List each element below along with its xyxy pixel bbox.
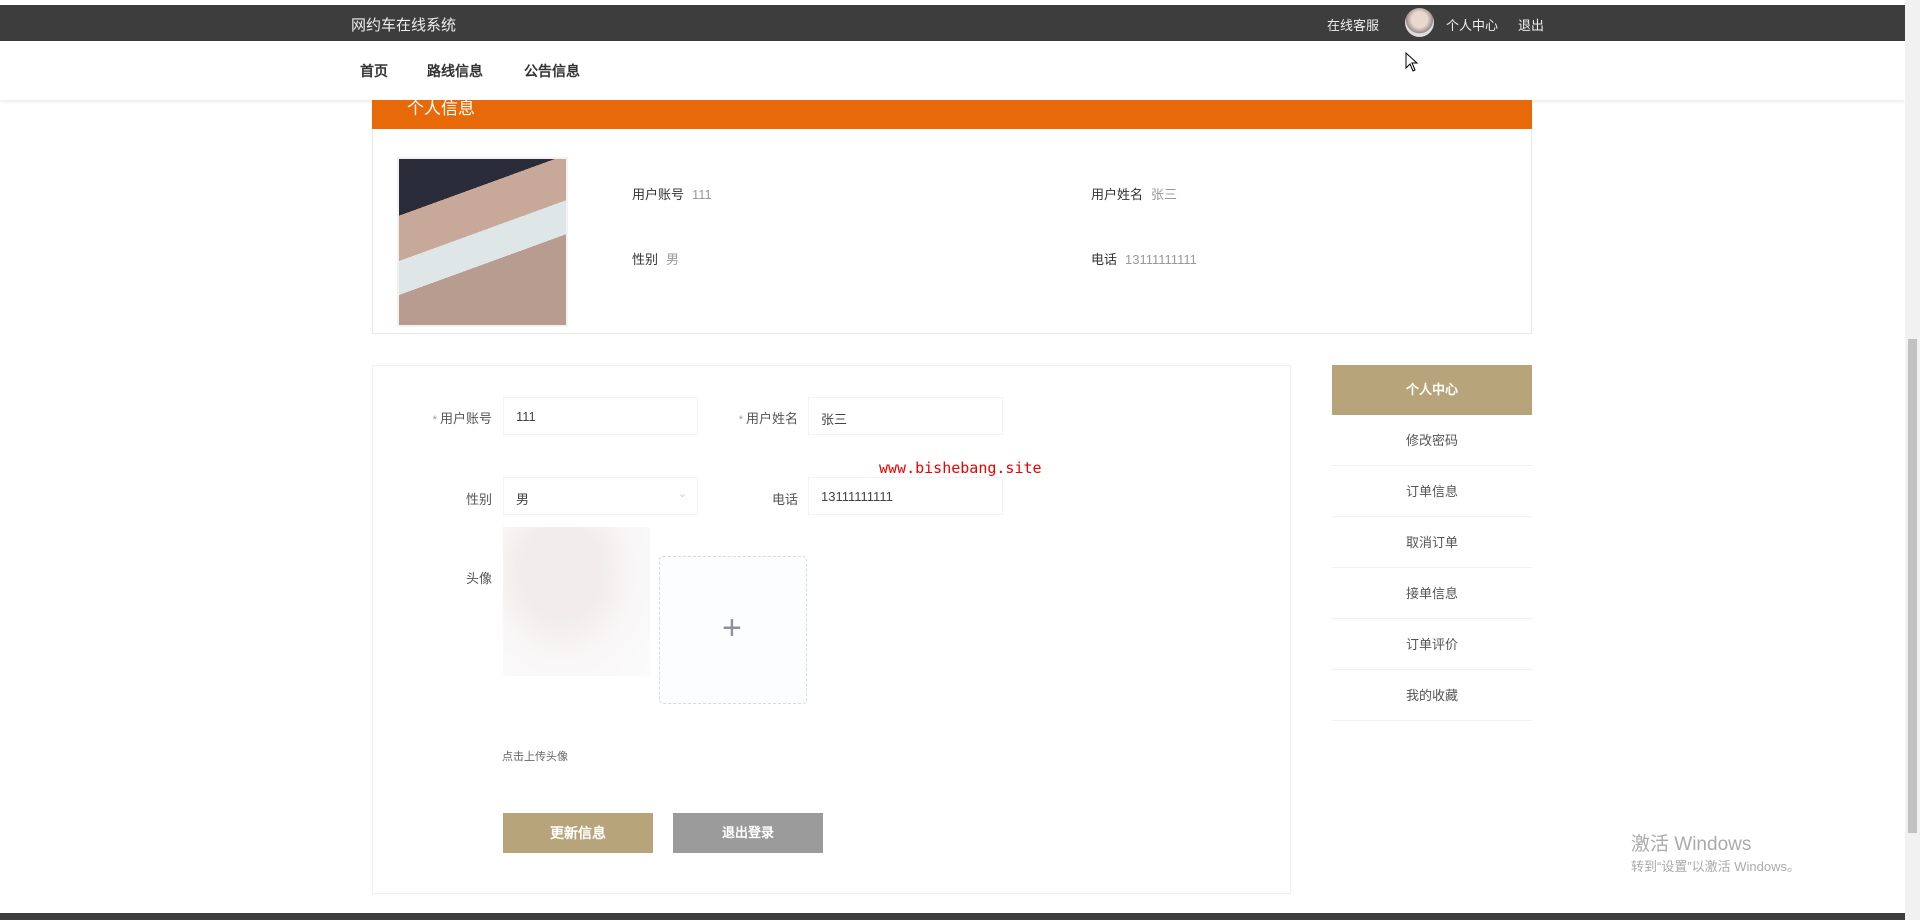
logout-button[interactable]: 退出登录: [673, 813, 823, 853]
account-input[interactable]: 111: [503, 397, 698, 435]
sidebar-item-orders[interactable]: 订单信息: [1332, 466, 1532, 517]
user-avatar[interactable]: [1405, 8, 1434, 37]
gender-label: 性别: [372, 489, 492, 508]
avatar-preview: [503, 527, 650, 676]
phone-label: 电话: [678, 489, 798, 508]
sidebar-item-cancel-order[interactable]: 取消订单: [1332, 517, 1532, 568]
value: 111: [692, 187, 712, 202]
info-gender: 性别男: [632, 249, 679, 269]
info-phone: 电话 13111111111: [1091, 249, 1197, 269]
user-center-link[interactable]: 个人中心: [1446, 15, 1498, 34]
info-name: 用户姓名张三: [1091, 184, 1177, 204]
name-input[interactable]: 张三: [808, 397, 1003, 435]
value: 男: [666, 252, 679, 267]
avatar-upload-button[interactable]: +: [659, 556, 807, 704]
label: 用户姓名: [1091, 187, 1143, 202]
name-label: *用户姓名: [678, 408, 798, 427]
sidebar-item-order-reviews[interactable]: 订单评价: [1332, 619, 1532, 670]
required-mark: *: [433, 414, 437, 426]
sidebar-item-accepted-orders[interactable]: 接单信息: [1332, 568, 1532, 619]
nav-routes[interactable]: 路线信息: [427, 61, 483, 81]
sidebar-item-change-password[interactable]: 修改密码: [1332, 415, 1532, 466]
scrollbar[interactable]: [1905, 0, 1920, 920]
top-bar: 网约车在线系统 在线客服 个人中心 退出: [0, 5, 1905, 41]
label-text: 用户账号: [440, 411, 492, 426]
online-support-link[interactable]: 在线客服: [1327, 15, 1379, 34]
scrollbar-thumb[interactable]: [1908, 339, 1917, 833]
upload-hint: 点击上传头像: [502, 748, 568, 764]
site-title: 网约车在线系统: [351, 14, 456, 35]
windows-activation-title: 激活 Windows: [1631, 829, 1751, 856]
label: 用户账号: [632, 187, 684, 202]
sidebar-item-user-center[interactable]: 个人中心: [1332, 365, 1532, 415]
label: 性别: [632, 252, 658, 267]
info-account: 用户账号 111: [632, 184, 712, 204]
label: 电话: [1091, 252, 1117, 267]
site-watermark: www.bishebang.site: [879, 459, 1042, 477]
profile-photo: [397, 157, 568, 327]
phone-input[interactable]: 13111111111: [808, 477, 1003, 515]
value: 张三: [1151, 187, 1177, 202]
account-label: *用户账号: [372, 408, 492, 427]
windows-activation-hint: 转到“设置”以激活 Windows。: [1631, 856, 1800, 875]
gender-select[interactable]: 男⌄: [503, 477, 698, 515]
profile-section-header: 个人信息: [372, 100, 1532, 129]
gender-value: 男: [516, 492, 529, 507]
plus-icon: +: [722, 609, 742, 648]
required-mark: *: [739, 414, 743, 426]
logout-link[interactable]: 退出: [1518, 15, 1544, 34]
footer-bar: [0, 913, 1905, 920]
nav-home[interactable]: 首页: [360, 61, 388, 81]
sidebar-item-favorites[interactable]: 我的收藏: [1332, 670, 1532, 721]
main-nav: 首页 路线信息 公告信息: [0, 41, 1905, 100]
avatar-label: 头像: [372, 568, 492, 587]
label-text: 用户姓名: [746, 411, 798, 426]
update-info-button[interactable]: 更新信息: [503, 813, 653, 853]
nav-announcements[interactable]: 公告信息: [524, 61, 580, 81]
value: 13111111111: [1125, 252, 1197, 267]
mouse-cursor-icon: [1405, 52, 1419, 72]
